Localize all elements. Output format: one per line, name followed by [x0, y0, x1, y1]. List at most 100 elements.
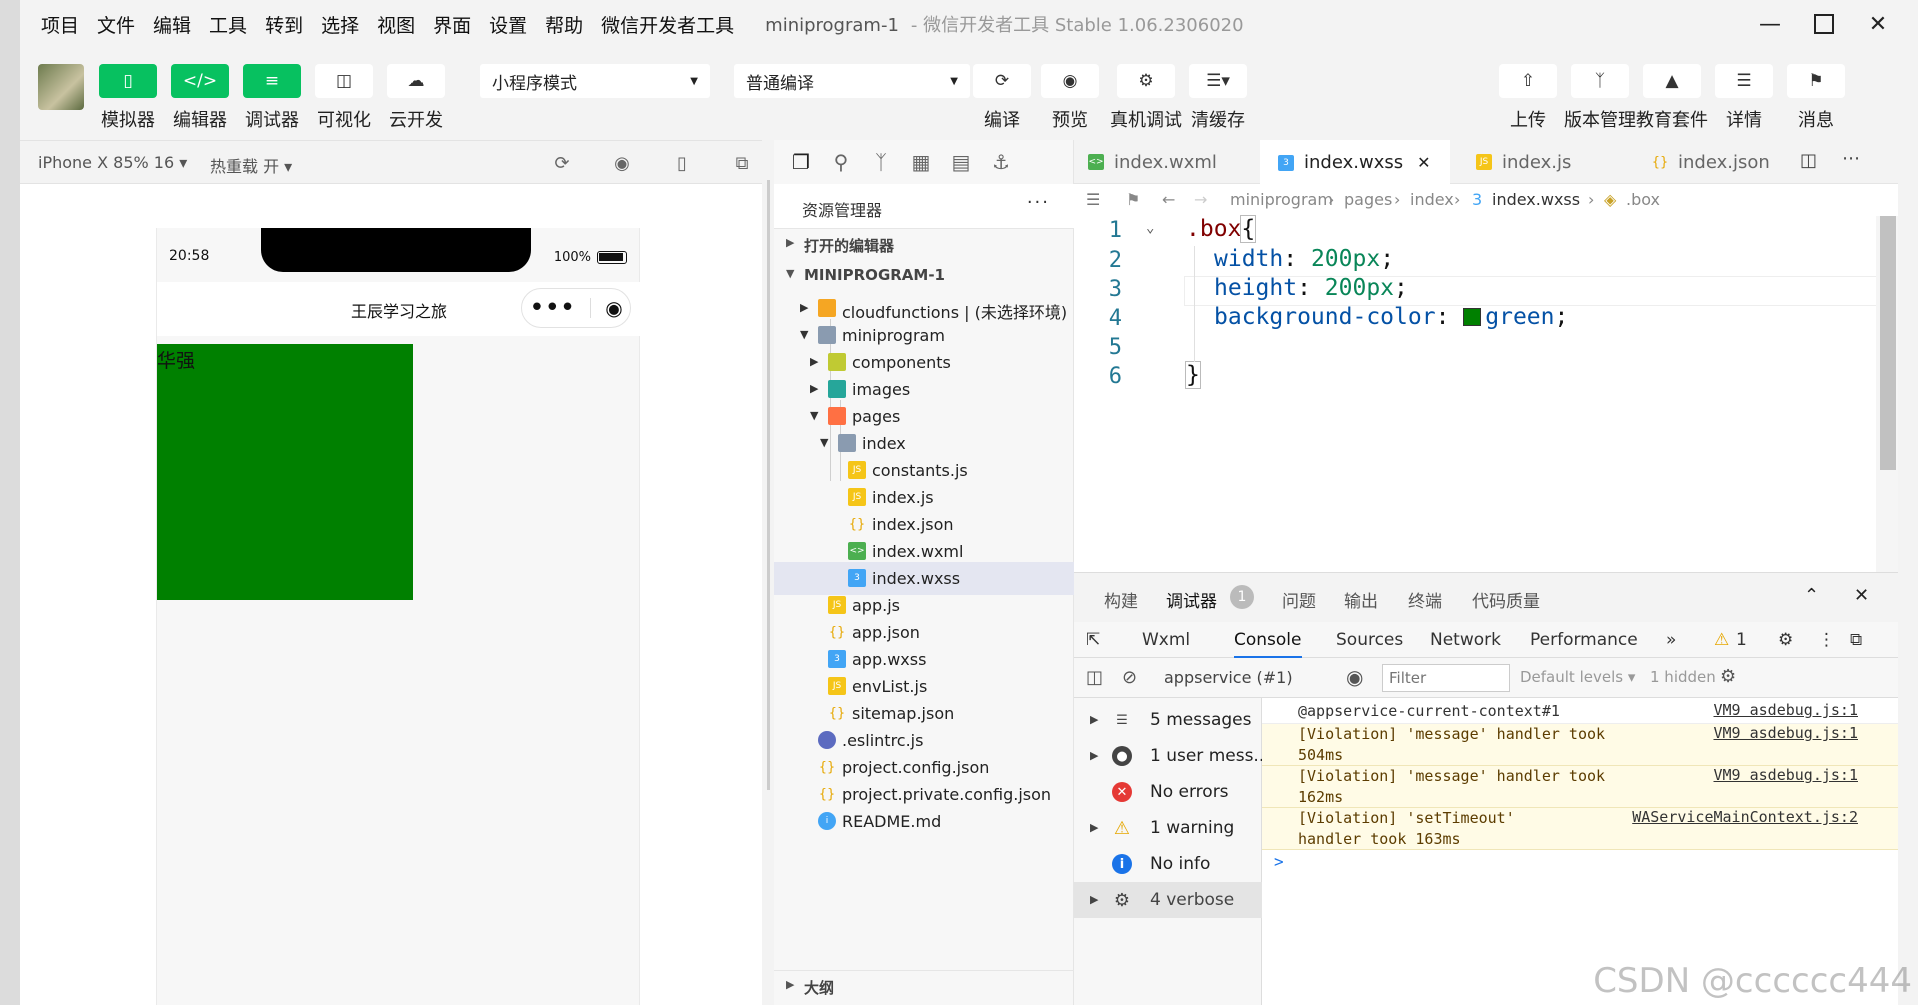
menu-edit[interactable]: 编辑: [144, 11, 200, 38]
breadcrumb-index-wxss[interactable]: index.wxss: [1492, 190, 1580, 209]
editor-toggle[interactable]: </> 编辑器: [168, 64, 232, 132]
stop-icon[interactable]: ◉: [610, 151, 634, 175]
edu-button[interactable]: ▲ 教育套件: [1636, 64, 1708, 132]
mode-select[interactable]: 小程序模式 ▼: [480, 64, 710, 98]
console-settings-icon[interactable]: ⚙: [1720, 666, 1736, 687]
inspect-element-icon[interactable]: ⇱: [1086, 630, 1100, 650]
chevron-up-icon[interactable]: ⌃: [1804, 585, 1819, 606]
undock-icon[interactable]: ⧉: [1850, 630, 1862, 650]
menu-select[interactable]: 选择: [312, 11, 368, 38]
open-editors-section[interactable]: ▶ 打开的编辑器: [774, 228, 1074, 260]
eye-icon[interactable]: ◉: [1346, 665, 1363, 689]
split-editor-icon[interactable]: ◫: [1800, 150, 1817, 171]
close-target-icon[interactable]: ◉: [605, 296, 622, 320]
tab-output[interactable]: 输出: [1344, 587, 1378, 612]
simulator-toggle[interactable]: ▯ 模拟器: [96, 64, 160, 132]
tab-index-wxml[interactable]: <> index.wxml: [1088, 140, 1254, 184]
device-select[interactable]: iPhone X 85% 16 ▾: [38, 153, 187, 172]
forward-arrow-icon[interactable]: →: [1194, 190, 1207, 209]
messages-button[interactable]: ⚑ 消息: [1784, 64, 1848, 132]
cloud-button[interactable]: ☁ 云开发: [384, 64, 448, 132]
breadcrumb-pages[interactable]: pages: [1344, 190, 1392, 209]
minimize-button[interactable]: —: [1750, 8, 1790, 40]
warning-count[interactable]: 1: [1736, 630, 1747, 650]
tab-debugger[interactable]: 调试器: [1166, 587, 1217, 612]
close-panel-icon[interactable]: ✕: [1854, 585, 1869, 606]
search-icon[interactable]: ⚲: [828, 150, 854, 174]
tab-index-js[interactable]: JS index.js: [1458, 140, 1618, 184]
filter-warnings[interactable]: ▶ ⚠ 1 warning: [1074, 810, 1262, 846]
sidebar-toggle-icon[interactable]: ◫: [1086, 667, 1103, 688]
outline-list-icon[interactable]: ☰: [1086, 190, 1100, 209]
settings-gear-icon[interactable]: ⚙: [1778, 630, 1793, 650]
extensions-icon[interactable]: ▦: [908, 150, 934, 174]
hot-reload-toggle[interactable]: 热重载 开 ▾: [210, 153, 292, 177]
upload-button[interactable]: ⇧ 上传: [1496, 64, 1560, 132]
tab-performance[interactable]: Performance: [1530, 630, 1638, 650]
tab-code-quality[interactable]: 代码质量: [1472, 587, 1540, 612]
kebab-menu-icon[interactable]: ⋮: [1818, 630, 1835, 650]
editor-scrollbar[interactable]: [1876, 216, 1898, 572]
code-editor[interactable]: 1 2 3 4 5 6 ⌄ .box{ width: 200px; height…: [1074, 215, 1898, 572]
context-select[interactable]: appservice (#1)▼: [1164, 668, 1411, 687]
menu-file[interactable]: 文件: [88, 11, 144, 38]
tab-sources[interactable]: Sources: [1336, 630, 1403, 650]
compile-button[interactable]: ⟳ 编译: [970, 64, 1034, 132]
compile-select[interactable]: 普通编译 ▼: [734, 64, 970, 98]
project-section[interactable]: ▼ MINIPROGRAM-1: [774, 260, 1074, 292]
outline-section[interactable]: ▶ 大纲: [774, 970, 1074, 1002]
filter-input[interactable]: [1382, 664, 1510, 692]
phone-icon[interactable]: ▯: [670, 151, 694, 175]
maximize-button[interactable]: [1804, 8, 1844, 40]
breadcrumb-miniprogram[interactable]: miniprogram: [1230, 190, 1333, 209]
tab-build[interactable]: 构建: [1104, 587, 1138, 612]
tab-wxml[interactable]: Wxml: [1142, 630, 1190, 650]
more-icon[interactable]: ···: [1027, 192, 1050, 213]
tab-terminal[interactable]: 终端: [1408, 587, 1442, 612]
filter-errors[interactable]: ✕ No errors: [1074, 774, 1262, 810]
tab-network[interactable]: Network: [1430, 630, 1501, 650]
version-button[interactable]: ᛉ 版本管理: [1564, 64, 1636, 132]
levels-select[interactable]: Default levels ▾: [1520, 668, 1635, 686]
clear-console-icon[interactable]: ⊘: [1122, 667, 1137, 688]
bookmark-icon[interactable]: ⚑: [1126, 190, 1140, 209]
storage-icon[interactable]: ▤: [948, 150, 974, 174]
breadcrumb-box[interactable]: .box: [1626, 190, 1660, 209]
tab-index-wxss[interactable]: 3 index.wxss ✕: [1260, 140, 1450, 185]
menu-project[interactable]: 项目: [32, 11, 88, 38]
filter-info[interactable]: i No info: [1074, 846, 1262, 882]
filter-messages[interactable]: ▶ ☰ 5 messages: [1074, 702, 1262, 738]
warning-icon[interactable]: ⚠: [1714, 630, 1729, 650]
remote-debug-button[interactable]: ⚙ 真机调试: [1110, 64, 1182, 132]
filter-verbose[interactable]: ▶ ⚙ 4 verbose: [1074, 882, 1262, 918]
menu-wechat-devtools[interactable]: 微信开发者工具: [592, 11, 743, 38]
close-window-button[interactable]: ✕: [1858, 8, 1898, 40]
menu-settings[interactable]: 设置: [480, 11, 536, 38]
source-control-icon[interactable]: ᛉ: [868, 150, 894, 174]
details-button[interactable]: ☰ 详情: [1712, 64, 1776, 132]
breadcrumb-index[interactable]: index: [1410, 190, 1454, 209]
preview-button[interactable]: ◉ 预览: [1038, 64, 1102, 132]
tab-problems[interactable]: 问题: [1282, 587, 1316, 612]
more-dots-icon[interactable]: •••: [529, 295, 575, 321]
console-prompt[interactable]: >: [1274, 852, 1284, 871]
color-swatch[interactable]: [1463, 308, 1482, 326]
back-arrow-icon[interactable]: ←: [1162, 190, 1175, 209]
clear-cache-button[interactable]: ☰▾ 清缓存: [1186, 64, 1250, 132]
menu-view[interactable]: 视图: [368, 11, 424, 38]
tab-index-json[interactable]: {} index.json: [1634, 140, 1794, 184]
menu-help[interactable]: 帮助: [536, 11, 592, 38]
menu-goto[interactable]: 转到: [256, 11, 312, 38]
more-tabs-button[interactable]: »: [1666, 630, 1676, 650]
window-icon[interactable]: ⧉: [730, 151, 754, 175]
fold-chevron-icon[interactable]: ⌄: [1146, 220, 1154, 236]
tab-console[interactable]: Console: [1234, 630, 1302, 658]
more-actions-icon[interactable]: ⋯: [1842, 148, 1860, 169]
rotate-icon[interactable]: ⟳: [550, 151, 574, 175]
close-tab-icon[interactable]: ✕: [1417, 153, 1430, 172]
debugger-toggle[interactable]: ≡ 调试器: [240, 64, 304, 132]
docker-icon[interactable]: ⚓: [988, 150, 1014, 174]
files-icon[interactable]: ❐: [788, 150, 814, 174]
menu-interface[interactable]: 界面: [424, 11, 480, 38]
filter-user-messages[interactable]: ▶ ● 1 user mess...: [1074, 738, 1270, 774]
